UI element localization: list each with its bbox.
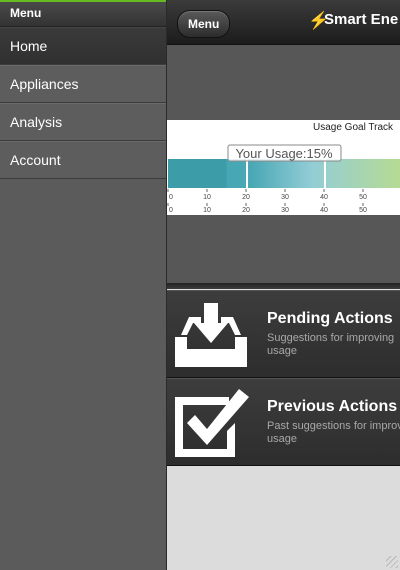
usage-goal-gauge: Usage Goal Track Your Usage:15% 0 10 20 30 4… xyxy=(167,120,400,215)
bottom-tick-label: 50 xyxy=(359,207,367,214)
home-page: Menu ⚡ Smart Ene Usage Goal Track Your U… xyxy=(166,0,400,570)
pending-actions-title: Pending Actions xyxy=(267,310,393,327)
page-header: Menu ⚡ Smart Ene xyxy=(167,0,400,45)
gauge-ticks-top: 010203040506 xyxy=(167,189,367,201)
usage-label: Your Usage:15% xyxy=(235,146,333,161)
bottom-tick-label: 40 xyxy=(320,207,328,214)
gauge-graphic: Your Usage:15% 010203040506 010203040506 xyxy=(167,144,400,214)
previous-actions-item[interactable]: Previous Actions Past suggestions for im… xyxy=(167,378,400,466)
top-tick-label: 50 xyxy=(359,194,367,201)
page-bottom-area xyxy=(167,466,400,570)
top-tick-label: 30 xyxy=(281,194,289,201)
app-title: Smart Ene xyxy=(324,11,399,28)
pending-actions-item[interactable]: Pending Actions Suggestions for improvin… xyxy=(167,290,400,378)
menu-item-home[interactable]: Home xyxy=(0,27,166,65)
pending-actions-description: Suggestions for improving usage xyxy=(267,332,395,357)
side-menu: Menu Home Appliances Analysis Account xyxy=(0,0,166,570)
bottom-tick-label: 30 xyxy=(281,207,289,214)
section-separator xyxy=(167,283,400,289)
bottom-tick-label: 0 xyxy=(169,207,173,214)
bottom-tick-label: 10 xyxy=(203,207,211,214)
menu-item-account[interactable]: Account xyxy=(0,141,166,179)
menu-item-appliances[interactable]: Appliances xyxy=(0,65,166,103)
top-tick-label: 10 xyxy=(203,194,211,201)
resize-grip-icon xyxy=(386,556,398,568)
menu-toggle-button[interactable]: Menu xyxy=(177,10,231,38)
menu-item-analysis[interactable]: Analysis xyxy=(0,103,166,141)
bottom-tick-label: 20 xyxy=(242,207,250,214)
previous-actions-description: Past suggestions for improving usage xyxy=(267,420,400,445)
top-tick-label: 40 xyxy=(320,194,328,201)
gauge-ticks-bottom: 010203040506 xyxy=(167,203,367,214)
gauge-usage-fill xyxy=(168,159,227,188)
top-tick-label: 0 xyxy=(169,194,173,201)
side-menu-header: Menu xyxy=(0,2,166,27)
top-tick-label: 20 xyxy=(242,194,250,201)
inbox-download-icon xyxy=(175,303,247,367)
checkbox-checked-icon xyxy=(175,389,249,457)
previous-actions-title: Previous Actions xyxy=(267,398,398,415)
